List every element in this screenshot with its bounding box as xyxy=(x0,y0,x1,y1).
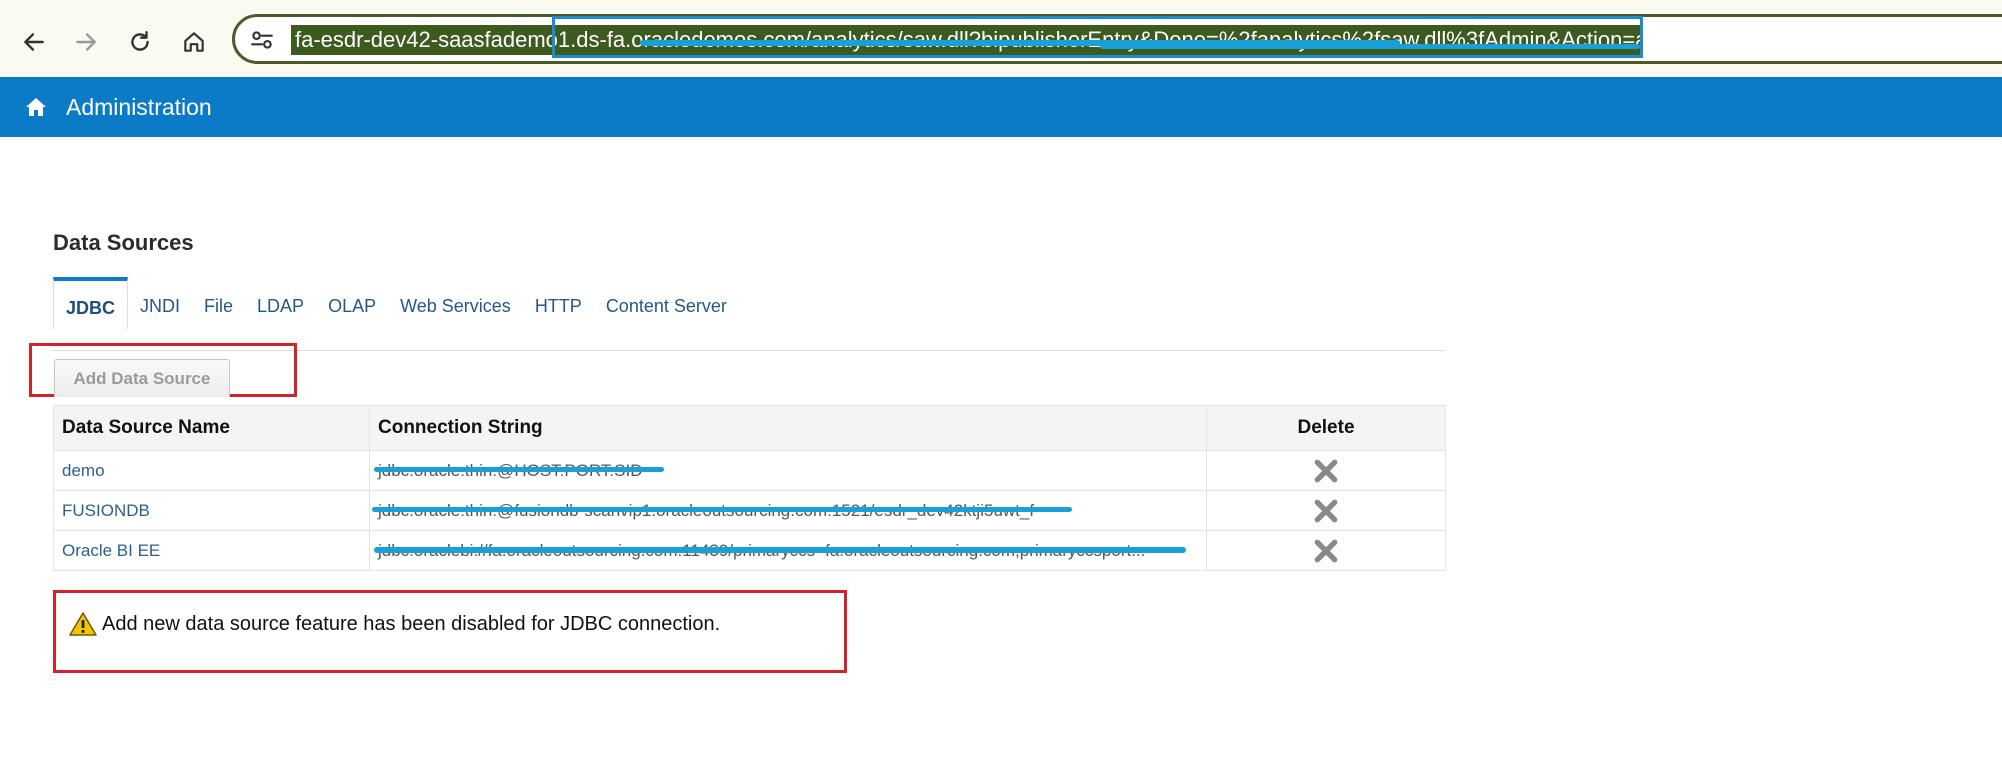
app-title: Administration xyxy=(66,94,212,120)
tab-http[interactable]: HTTP xyxy=(523,277,594,329)
warning-annotation-box: Add new data source feature has been dis… xyxy=(53,590,847,673)
delete-cell xyxy=(1206,530,1446,571)
table-row: demo jdbc:oracle:thin:@HOST:PORT:SID xyxy=(53,450,1446,491)
url-redaction-mark xyxy=(1100,44,1640,49)
data-source-name-link[interactable]: Oracle BI EE xyxy=(53,530,370,571)
site-settings-icon[interactable] xyxy=(249,27,275,53)
tab-file[interactable]: File xyxy=(192,277,245,329)
delete-cell xyxy=(1206,450,1446,491)
delete-icon[interactable] xyxy=(1313,498,1339,524)
reload-icon xyxy=(131,31,149,51)
column-header-delete: Delete xyxy=(1206,405,1446,451)
forward-icon xyxy=(76,33,96,51)
section-title: Data Sources xyxy=(53,230,194,255)
data-source-name-link[interactable]: FUSIONDB xyxy=(53,490,370,531)
connection-redaction-mark xyxy=(372,507,1072,512)
warning-icon xyxy=(69,612,97,636)
tab-ldap[interactable]: LDAP xyxy=(245,277,316,329)
app-header: Administration xyxy=(0,77,2002,137)
tab-content-server[interactable]: Content Server xyxy=(594,277,739,329)
home-icon[interactable] xyxy=(24,95,48,119)
forward-button[interactable] xyxy=(66,22,106,62)
tab-web-services[interactable]: Web Services xyxy=(388,277,523,329)
warning-message: Add new data source feature has been dis… xyxy=(102,613,721,635)
home-button[interactable] xyxy=(174,22,214,62)
url-annotation-box xyxy=(552,16,1643,58)
back-icon xyxy=(24,33,44,51)
delete-cell xyxy=(1206,490,1446,531)
data-source-name-link[interactable]: demo xyxy=(53,450,370,491)
connection-redaction-mark xyxy=(374,467,664,472)
delete-icon[interactable] xyxy=(1313,538,1339,564)
home-icon xyxy=(184,32,204,52)
column-header-name[interactable]: Data Source Name xyxy=(53,405,370,451)
connection-redaction-mark xyxy=(374,547,1186,553)
back-button[interactable] xyxy=(14,22,54,62)
add-data-source-button[interactable]: Add Data Source xyxy=(54,359,230,397)
browser-toolbar: fa-esdr-dev42-saasfademo1.ds-fa.oraclede… xyxy=(0,0,2002,77)
tab-olap[interactable]: OLAP xyxy=(316,277,388,329)
data-source-tabs: JDBC JNDI File LDAP OLAP Web Services HT… xyxy=(53,277,739,329)
table-header-row: Data Source Name Connection String Delet… xyxy=(53,405,1446,451)
tab-jndi[interactable]: JNDI xyxy=(128,277,192,329)
column-header-connection[interactable]: Connection String xyxy=(369,405,1207,451)
reload-button[interactable] xyxy=(120,22,160,62)
tab-jdbc[interactable]: JDBC xyxy=(53,277,129,329)
delete-icon[interactable] xyxy=(1313,458,1339,484)
